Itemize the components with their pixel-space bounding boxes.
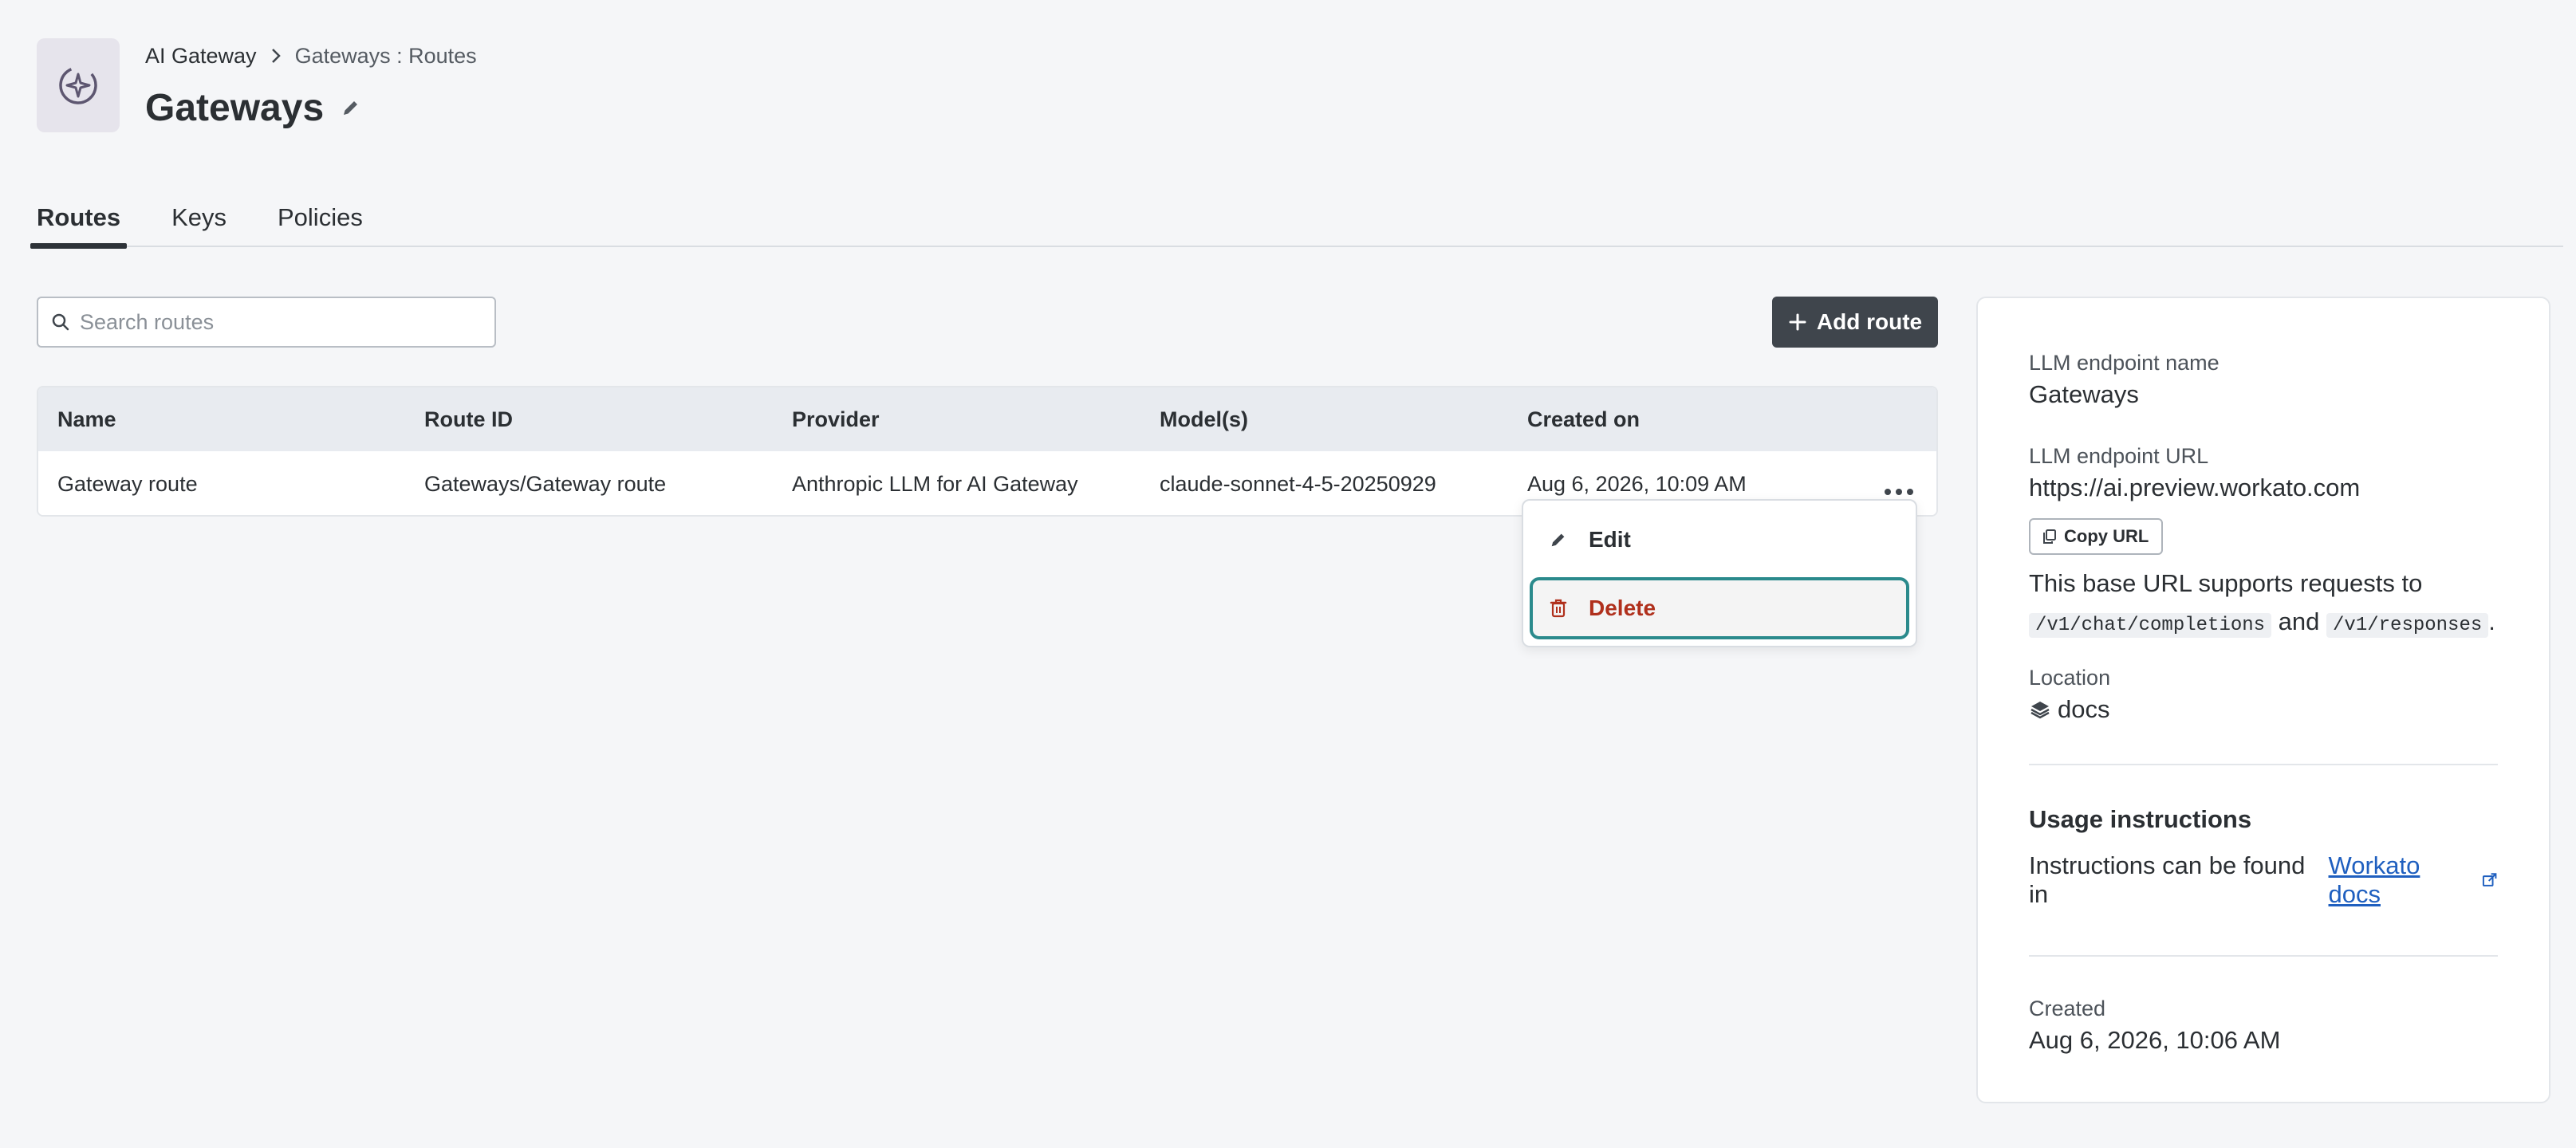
search-box <box>37 297 496 348</box>
base-url-support-text: This base URL supports requests to /v1/c… <box>2029 564 2498 645</box>
more-dot <box>1896 489 1902 495</box>
menu-item-delete-label: Delete <box>1589 596 1656 620</box>
column-header-models: Model(s) <box>1160 407 1248 431</box>
cell-models: claude-sonnet-4-5-20250929 <box>1160 471 1436 496</box>
support-path-chat-completions: /v1/chat/completions <box>2029 613 2272 638</box>
menu-item-edit-label: Edit <box>1589 527 1631 552</box>
ai-gateway-app-icon <box>37 38 120 132</box>
created-label: Created <box>2029 997 2106 1020</box>
edit-title-button[interactable] <box>338 95 364 120</box>
usage-instructions-text: Instructions can be found in Workato doc… <box>2029 851 2498 909</box>
chevron-right-icon <box>268 48 284 64</box>
endpoint-name-label: LLM endpoint name <box>2029 351 2220 375</box>
page: AI Gateway Gateways : Routes Gateways Ro… <box>0 0 2576 1148</box>
pencil-icon <box>344 101 358 115</box>
copy-url-button[interactable]: Copy URL <box>2029 518 2164 555</box>
endpoint-url-label: LLM endpoint URL <box>2029 444 2209 468</box>
search-icon <box>52 313 69 331</box>
column-header-created-on: Created on <box>1527 407 1641 431</box>
divider <box>2029 764 2498 765</box>
column-header-provider: Provider <box>792 407 880 431</box>
row-actions-menu: Edit Delete <box>1522 499 1917 647</box>
cell-name: Gateway route <box>57 471 198 496</box>
trash-icon <box>1550 599 1567 618</box>
endpoint-url-value: https://ai.preview.workato.com <box>2029 474 2361 501</box>
routes-table: Name Route ID Provider Model(s) Created … <box>37 386 1938 517</box>
search-input[interactable] <box>80 309 494 335</box>
add-route-label: Add route <box>1816 309 1923 334</box>
more-dot <box>1907 489 1913 495</box>
tab-bar: Routes Keys Policies <box>30 188 2563 249</box>
endpoint-details-panel: LLM endpoint name Gateways LLM endpoint … <box>1976 297 2550 1103</box>
support-path-responses: /v1/responses <box>2326 613 2489 638</box>
menu-item-delete[interactable]: Delete <box>1530 577 1909 639</box>
copy-icon <box>2043 529 2056 544</box>
breadcrumb-current: Gateways : Routes <box>294 43 477 68</box>
copy-url-label: Copy URL <box>2064 526 2149 546</box>
created-value: Aug 6, 2026, 10:06 AM <box>2029 1026 2281 1054</box>
usage-instructions-title: Usage instructions <box>2029 805 2252 833</box>
location-row: docs <box>2029 695 2498 724</box>
location-label: Location <box>2029 666 2111 690</box>
breadcrumb-ai-gateway[interactable]: AI Gateway <box>145 44 257 69</box>
cell-created-on: Aug 6, 2026, 10:09 AM <box>1527 471 1747 496</box>
add-route-button[interactable]: Add route <box>1772 297 1938 348</box>
support-text-and: and <box>2278 607 2320 635</box>
column-header-route-id: Route ID <box>424 407 513 431</box>
layers-icon <box>2030 702 2050 719</box>
workato-docs-link[interactable]: Workato docs <box>2329 851 2475 909</box>
sparkle-circle-icon <box>59 66 97 104</box>
tab-routes[interactable]: Routes <box>30 188 128 249</box>
cell-route-id: Gateways/Gateway route <box>424 471 667 496</box>
page-title: Gateways <box>145 86 325 129</box>
instructions-prefix: Instructions can be found in <box>2029 851 2306 908</box>
external-link-icon <box>2482 873 2497 887</box>
endpoint-name-value: Gateways <box>2029 380 2139 408</box>
support-text-end: . <box>2488 607 2495 635</box>
table-header: Name Route ID Provider Model(s) Created … <box>38 387 1936 451</box>
support-text-prefix: This base URL supports requests to <box>2029 569 2423 597</box>
page-title-row: Gateways <box>145 81 364 134</box>
cell-provider: Anthropic LLM for AI Gateway <box>792 471 1078 496</box>
divider <box>2029 955 2498 957</box>
plus-icon <box>1789 313 1806 331</box>
pencil-icon <box>1551 533 1565 547</box>
more-horizontal-icon <box>1885 489 1891 495</box>
breadcrumb: AI Gateway Gateways : Routes <box>145 41 477 70</box>
tab-policies[interactable]: Policies <box>271 188 369 247</box>
tab-keys[interactable]: Keys <box>165 188 233 247</box>
location-value[interactable]: docs <box>2058 695 2109 724</box>
column-header-name: Name <box>57 407 116 431</box>
menu-item-edit[interactable]: Edit <box>1530 509 1909 571</box>
